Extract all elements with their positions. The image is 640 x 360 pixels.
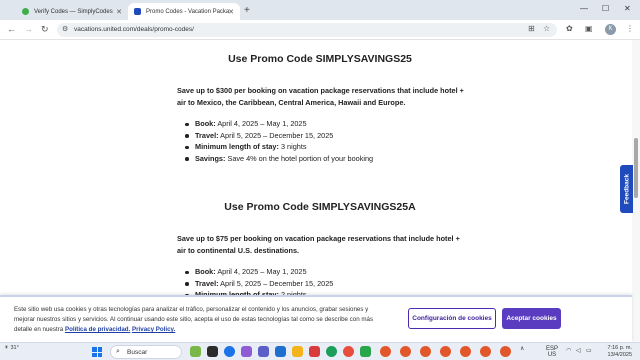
maximize-icon[interactable]: ☐ bbox=[602, 4, 609, 13]
search-label: Buscar bbox=[127, 349, 148, 356]
app-icon[interactable] bbox=[360, 346, 371, 357]
weather-icon: ☀ bbox=[4, 345, 9, 351]
list-item: Travel: April 5, 2025 – December 15, 202… bbox=[185, 278, 333, 290]
feedback-label: Feedback bbox=[623, 174, 630, 204]
extension-icon[interactable]: ✿ bbox=[566, 24, 573, 33]
app-icon[interactable] bbox=[241, 346, 252, 357]
copilot-icon[interactable] bbox=[224, 346, 235, 357]
chrome-profile-icon[interactable] bbox=[380, 346, 391, 357]
translate-icon[interactable]: ⊞ bbox=[528, 24, 535, 33]
chrome-profile-icon[interactable] bbox=[480, 346, 491, 357]
mail-icon[interactable] bbox=[275, 346, 286, 357]
privacy-link[interactable]: Privacy Policy. bbox=[132, 326, 175, 333]
battery-icon[interactable]: ▭ bbox=[586, 348, 592, 354]
tab-verify-codes[interactable]: Verify Codes — SimplyCodes ✕ bbox=[16, 3, 128, 20]
tray-overflow-icon[interactable]: ∧ bbox=[520, 346, 524, 352]
list-item: Travel: April 5, 2025 – December 15, 202… bbox=[185, 130, 373, 142]
windows-taskbar: ☀ 31° ⌕ Buscar ∧ ESP US ◠ ◁ ▭ 7:16 p. m.… bbox=[0, 342, 640, 360]
system-clock[interactable]: 7:16 p. m. 13/4/2025 bbox=[598, 345, 632, 359]
privacy-policy-link[interactable]: Política de privacidad. bbox=[65, 326, 130, 333]
promo-description-2: Save up to $75 per booking on vacation p… bbox=[177, 234, 460, 255]
app-icon[interactable] bbox=[309, 346, 320, 357]
promo-details-1: Book: April 4, 2025 – May 1, 2025 Travel… bbox=[185, 118, 373, 164]
browser-tab-bar: Verify Codes — SimplyCodes ✕ Promo Codes… bbox=[0, 0, 640, 20]
chrome-profile-icon[interactable] bbox=[460, 346, 471, 357]
close-tab-icon[interactable]: ✕ bbox=[228, 8, 234, 16]
site-info-icon[interactable]: ⚙ bbox=[62, 25, 68, 33]
back-icon[interactable]: ← bbox=[7, 24, 16, 34]
accept-cookies-button[interactable]: Aceptar cookies bbox=[502, 308, 561, 329]
page-scrollbar[interactable] bbox=[632, 40, 640, 342]
united-favicon-icon bbox=[134, 8, 141, 15]
forward-icon[interactable]: → bbox=[24, 24, 33, 34]
chrome-icon[interactable] bbox=[343, 346, 354, 357]
list-item: Minimum length of stay: 3 nights bbox=[185, 141, 373, 153]
new-tab-button[interactable]: + bbox=[244, 5, 250, 16]
volume-icon[interactable]: ◁ bbox=[576, 348, 581, 354]
list-item: Book: April 4, 2025 – May 1, 2025 bbox=[185, 118, 373, 130]
profile-avatar[interactable]: K bbox=[605, 24, 616, 35]
taskbar-app-icon[interactable] bbox=[190, 346, 201, 357]
edge-icon[interactable] bbox=[326, 346, 337, 357]
chrome-profile-icon[interactable] bbox=[440, 346, 451, 357]
cookie-settings-button[interactable]: Configuración de cookies bbox=[408, 308, 496, 329]
weather-widget[interactable]: ☀ 31° bbox=[4, 345, 19, 352]
cookie-banner: Este sitio web usa cookies y otras tecno… bbox=[0, 295, 632, 342]
browser-menu-icon[interactable]: ⋮ bbox=[626, 24, 634, 33]
wifi-icon[interactable]: ◠ bbox=[566, 348, 571, 354]
search-icon: ⌕ bbox=[116, 348, 120, 355]
cookie-notice-text: Este sitio web usa cookies y otras tecno… bbox=[14, 306, 374, 333]
weather-temp: 31° bbox=[10, 345, 19, 351]
promo-heading-1: Use Promo Code SIMPLYSAVINGS25 bbox=[228, 53, 412, 65]
chrome-profile-icon[interactable] bbox=[500, 346, 511, 357]
list-item: Book: April 4, 2025 – May 1, 2025 bbox=[185, 266, 333, 278]
feedback-tab[interactable]: Feedback bbox=[620, 165, 633, 213]
language-indicator[interactable]: ESP US bbox=[546, 346, 558, 358]
close-tab-icon[interactable]: ✕ bbox=[116, 8, 122, 16]
address-bar[interactable]: ⚙ vacations.united.com/deals/promo-codes… bbox=[57, 23, 557, 37]
promo-heading-2: Use Promo Code SIMPLYSAVINGS25A bbox=[224, 201, 416, 213]
chrome-profile-icon[interactable] bbox=[400, 346, 411, 357]
tab-title: Promo Codes - Vacation Packa bbox=[146, 8, 230, 15]
address-toolbar: ← → ↻ ⚙ vacations.united.com/deals/promo… bbox=[0, 20, 640, 40]
chrome-profile-icon[interactable] bbox=[420, 346, 431, 357]
simplycodes-favicon-icon bbox=[22, 8, 29, 15]
tab-promo-codes[interactable]: Promo Codes - Vacation Packa ✕ bbox=[128, 3, 240, 20]
teams-icon[interactable] bbox=[258, 346, 269, 357]
file-explorer-icon[interactable] bbox=[292, 346, 303, 357]
taskview-icon[interactable] bbox=[207, 346, 218, 357]
bookmark-star-icon[interactable]: ☆ bbox=[543, 24, 550, 33]
extensions-puzzle-icon[interactable]: ▣ bbox=[585, 24, 593, 33]
start-button[interactable] bbox=[92, 347, 102, 357]
list-item: Savings: Save 4% on the hotel portion of… bbox=[185, 153, 373, 165]
url-text: vacations.united.com/deals/promo-codes/ bbox=[74, 26, 194, 33]
promo-description-1: Save up to $300 per booking on vacation … bbox=[177, 86, 464, 107]
minimize-icon[interactable]: — bbox=[580, 4, 588, 13]
close-window-icon[interactable]: ✕ bbox=[624, 4, 631, 13]
scrollbar-thumb[interactable] bbox=[634, 138, 638, 198]
taskbar-search[interactable]: ⌕ Buscar bbox=[110, 345, 182, 359]
reload-icon[interactable]: ↻ bbox=[41, 24, 49, 35]
tab-title: Verify Codes — SimplyCodes bbox=[34, 8, 113, 15]
